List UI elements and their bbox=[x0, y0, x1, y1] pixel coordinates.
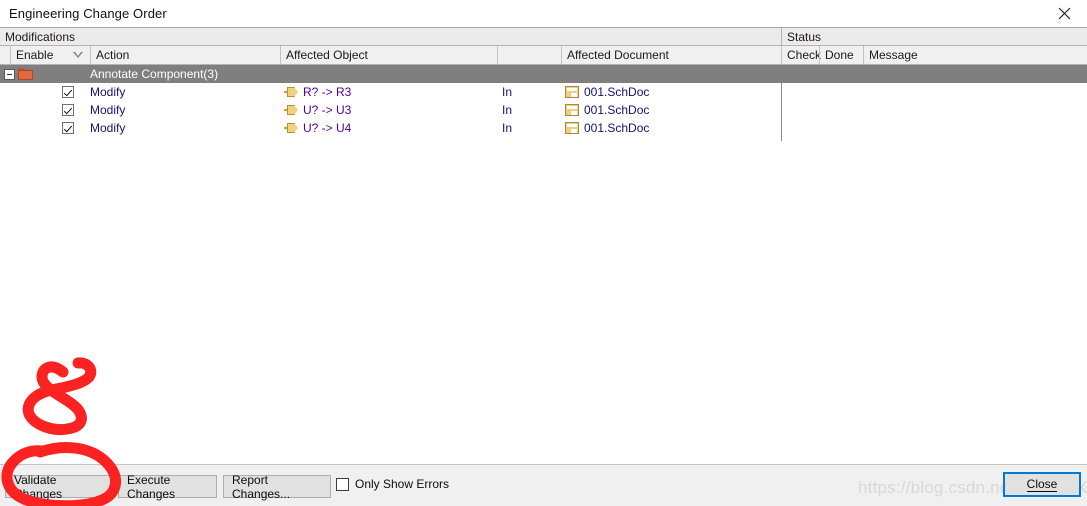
column-header-relation[interactable] bbox=[497, 46, 561, 64]
folder-icon bbox=[18, 68, 33, 80]
sort-descending-icon bbox=[73, 52, 83, 58]
grid-body[interactable]: Annotate Component(3) Modify R? -> R3 In… bbox=[0, 65, 1087, 464]
component-icon bbox=[284, 123, 298, 133]
row-affected-object-label: U? -> U4 bbox=[303, 121, 352, 135]
validate-changes-button[interactable]: Validate Changes bbox=[5, 473, 113, 501]
row-enable-checkbox[interactable] bbox=[62, 119, 74, 137]
component-icon bbox=[284, 87, 298, 97]
group-header-status: Status bbox=[781, 28, 1087, 45]
row-action: Modify bbox=[90, 121, 126, 135]
checkbox-unchecked-icon[interactable] bbox=[336, 477, 349, 491]
row-affected-object: U? -> U3 bbox=[284, 101, 351, 119]
column-header-enable-label: Enable bbox=[16, 48, 54, 62]
table-row[interactable]: Modify U? -> U3 In 001.SchDoc bbox=[0, 101, 1087, 119]
checkbox-checked-icon bbox=[62, 86, 74, 98]
checkbox-checked-icon bbox=[62, 104, 74, 116]
table-row[interactable]: Modify R? -> R3 In 001.SchDoc bbox=[0, 83, 1087, 101]
row-action: Modify bbox=[90, 103, 126, 117]
page-title: Engineering Change Order bbox=[9, 6, 167, 21]
row-relation: In bbox=[502, 103, 513, 117]
row-affected-object-label: U? -> U3 bbox=[303, 103, 352, 117]
close-x-icon[interactable] bbox=[1041, 0, 1087, 27]
grid-column-header-row: Enable Action Affected Object Affected D… bbox=[0, 46, 1087, 65]
collapse-icon[interactable] bbox=[4, 69, 15, 80]
group-header-modifications: Modifications bbox=[5, 29, 76, 44]
grid-group-header-row: Modifications Status bbox=[0, 28, 1087, 46]
row-affected-object-label: R? -> R3 bbox=[303, 85, 352, 99]
only-show-errors-label: Only Show Errors bbox=[355, 477, 450, 491]
row-affected-object: R? -> R3 bbox=[284, 83, 351, 101]
column-header-affected-document[interactable]: Affected Document bbox=[561, 46, 781, 64]
row-affected-document: 001.SchDoc bbox=[565, 101, 649, 119]
ecos-grid-panel: Modifications Status Enable Action Affec… bbox=[0, 27, 1087, 464]
row-relation: In bbox=[502, 121, 513, 135]
window-title-bar: Engineering Change Order bbox=[0, 0, 1087, 27]
grid-group-row-label: Annotate Component(3) bbox=[90, 67, 219, 81]
row-affected-document-label: 001.SchDoc bbox=[584, 121, 650, 135]
column-header-action[interactable]: Action bbox=[90, 46, 280, 64]
column-header-spacer bbox=[0, 46, 10, 64]
only-show-errors-checkbox[interactable]: Only Show Errors bbox=[336, 477, 449, 491]
dialog-footer: Validate Changes Execute Changes Report … bbox=[0, 464, 1087, 506]
row-action: Modify bbox=[90, 85, 126, 99]
row-enable-checkbox[interactable] bbox=[62, 83, 74, 101]
component-icon bbox=[284, 105, 298, 115]
document-icon bbox=[565, 122, 579, 134]
document-icon bbox=[565, 104, 579, 116]
report-changes-button[interactable]: Report Changes... bbox=[223, 473, 331, 501]
row-relation: In bbox=[502, 85, 513, 99]
column-header-affected-object[interactable]: Affected Object bbox=[280, 46, 497, 64]
execute-changes-button[interactable]: Execute Changes bbox=[118, 473, 217, 501]
document-icon bbox=[565, 86, 579, 98]
column-header-done[interactable]: Done bbox=[819, 46, 863, 64]
grid-group-row[interactable]: Annotate Component(3) bbox=[0, 65, 1087, 83]
checkbox-checked-icon bbox=[62, 122, 74, 134]
row-affected-document: 001.SchDoc bbox=[565, 119, 649, 137]
row-enable-checkbox[interactable] bbox=[62, 101, 74, 119]
column-header-enable[interactable]: Enable bbox=[10, 46, 90, 64]
row-affected-document-label: 001.SchDoc bbox=[584, 85, 650, 99]
close-button[interactable]: Close bbox=[1003, 472, 1081, 497]
table-row[interactable]: Modify U? -> U4 In 001.SchDoc bbox=[0, 119, 1087, 137]
row-affected-document: 001.SchDoc bbox=[565, 83, 649, 101]
row-affected-object: U? -> U4 bbox=[284, 119, 351, 137]
column-header-message[interactable]: Message bbox=[863, 46, 1087, 64]
close-button-label: Close bbox=[1026, 477, 1058, 492]
row-affected-document-label: 001.SchDoc bbox=[584, 103, 650, 117]
column-header-check[interactable]: Check bbox=[781, 46, 821, 64]
